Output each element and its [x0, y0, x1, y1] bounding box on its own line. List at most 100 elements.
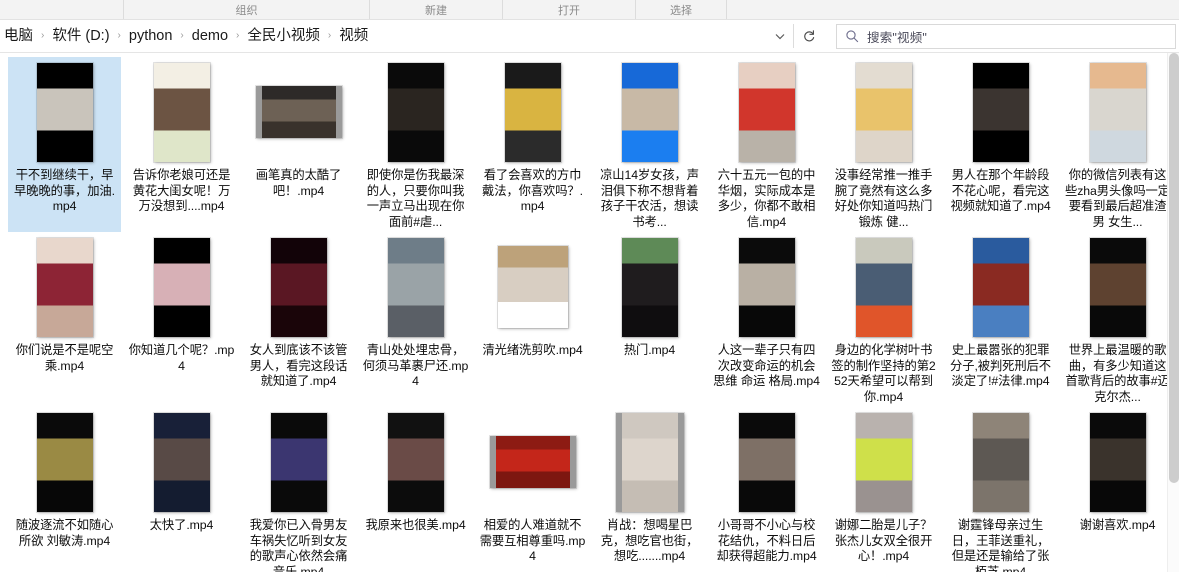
file-tile[interactable]: 随波逐流不如随心所欲 刘敏涛.mp4 — [8, 407, 121, 572]
file-tile[interactable]: 青山处处埋忠骨，何须马革裹尸还.mp4 — [359, 232, 472, 407]
file-thumbnail-wrap — [710, 235, 823, 339]
file-thumbnail-wrap — [827, 410, 940, 514]
file-thumbnail — [615, 412, 684, 512]
file-thumbnail — [270, 237, 327, 337]
file-tile[interactable]: 告诉你老娘可还是黄花大闺女呢！万万没想到....mp4 — [125, 57, 238, 232]
file-tile[interactable]: 你知道几个呢？.mp4 — [125, 232, 238, 407]
file-list-view[interactable]: 干不到继续干，早早晚晚的事，加油.mp4 告诉你老娘可还是黄花大闺女呢！万万没想到… — [0, 53, 1179, 572]
breadcrumb-item[interactable]: 电脑 — [2, 25, 35, 47]
thumbnail-image — [738, 412, 795, 512]
file-name-label: 你知道几个呢？.mp4 — [128, 343, 235, 373]
filmstrip-perforation — [571, 470, 575, 475]
file-name-label: 谢谢喜欢.mp4 — [1079, 518, 1156, 532]
file-thumbnail — [972, 62, 1029, 162]
refresh-icon[interactable] — [794, 24, 824, 48]
file-name-label: 肖战：想喝星巴克，想吃官也街，想吃.......mp4 — [600, 518, 699, 563]
filmstrip-perforation — [491, 470, 495, 475]
file-tile[interactable]: 史上最嚣张的犯罪分子,被判死刑后不淡定了!#法律.mp4 — [944, 232, 1057, 407]
file-thumbnail-wrap — [242, 410, 355, 514]
file-thumbnail — [270, 412, 327, 512]
thumbnail-image — [855, 412, 912, 512]
file-thumbnail-wrap — [8, 410, 121, 514]
chevron-down-icon[interactable] — [767, 24, 793, 48]
filmstrip-perforation — [617, 437, 621, 442]
file-name-label: 热门.mp4 — [623, 343, 676, 357]
file-name-label: 我原来也很美.mp4 — [365, 518, 466, 532]
filmstrip-perforation — [337, 100, 341, 105]
file-tile[interactable]: 没事经常推一推手腕了竟然有这么多好处你知道吗热门 锻炼 健... — [827, 57, 940, 232]
filmstrip-perforation — [257, 120, 261, 125]
file-tile[interactable]: 谢娜二胎是儿子？张杰儿女双全很开心！.mp4 — [827, 407, 940, 572]
file-tile[interactable]: 世界上最温暖的歌曲，有多少知道这首歌背后的故事#迈克尔杰... — [1061, 232, 1174, 407]
breadcrumb[interactable]: 电脑 › 软件 (D:) › python › demo › 全民小视频 › 视频 — [0, 24, 767, 49]
breadcrumb-item[interactable]: 软件 (D:) — [50, 25, 111, 47]
file-thumbnail — [1089, 412, 1146, 512]
file-tile[interactable]: 你们说是不是呢空乘.mp4 — [8, 232, 121, 407]
file-thumbnail — [1089, 237, 1146, 337]
ribbon-group-select[interactable]: 选择 — [635, 0, 726, 19]
file-tile[interactable]: 人这一辈子只有四次改变命运的机会思维 命运 格局.mp4 — [710, 232, 823, 407]
file-tile[interactable]: 谢谢喜欢.mp4 — [1061, 407, 1174, 572]
file-name-label: 男人在那个年龄段不花心呢，看完这视频就知道了.mp4 — [950, 168, 1051, 213]
file-tile[interactable]: 即使你是伤我最深的人，只要你叫我一声立马出现在你面前#虐... — [359, 57, 472, 232]
file-tile[interactable]: 我爱你已入骨男友车祸失忆听到女友的歌声心依然会痛音乐.mp4 — [242, 407, 355, 572]
thumbnail-image — [387, 412, 444, 512]
file-thumbnail-wrap — [827, 235, 940, 339]
filmstrip-perforation — [571, 440, 575, 445]
file-tile[interactable]: 清光绪洗剪吹.mp4 — [476, 232, 589, 407]
file-tile[interactable]: 干不到继续干，早早晚晚的事，加油.mp4 — [8, 57, 121, 232]
breadcrumb-item[interactable]: 视频 — [337, 25, 370, 47]
file-name-label: 女人到底该不该管男人，看完这段话就知道了.mp4 — [249, 343, 348, 388]
file-thumbnail-wrap — [1061, 410, 1174, 514]
filmstrip-perforation — [257, 90, 261, 95]
ribbon-group-organize[interactable]: 组织 — [123, 0, 369, 19]
file-thumbnail-wrap — [125, 235, 238, 339]
ribbon-group-open[interactable]: 打开 — [502, 0, 635, 19]
vertical-scrollbar[interactable] — [1167, 53, 1179, 572]
file-name-label: 告诉你老娘可还是黄花大闺女呢！万万没想到....mp4 — [132, 168, 231, 213]
breadcrumb-separator: › — [117, 30, 121, 41]
file-thumbnail — [255, 86, 342, 138]
file-name-label: 你的微信列表有这些zha男头像吗一定要看到最后超准渣男 女生... — [1065, 168, 1170, 229]
file-tile[interactable]: 六十五元一包的中华烟，实际成本是多少，你都不敢相信.mp4 — [710, 57, 823, 232]
file-tile[interactable]: 相爱的人难道就不需要互相尊重吗.mp4 — [476, 407, 589, 572]
file-thumbnail-wrap — [476, 410, 589, 514]
file-name-label: 谢霆锋母亲过生日，王菲送重礼，但是还是输给了张栢芝.mp4 — [951, 518, 1050, 572]
file-tile[interactable]: 热门.mp4 — [593, 232, 706, 407]
file-tile[interactable]: 肖战：想喝星巴克，想吃官也街，想吃.......mp4 — [593, 407, 706, 572]
file-tile[interactable]: 小哥哥不小心与校花结仇，不料日后却获得超能力.mp4 — [710, 407, 823, 572]
ribbon-group-new[interactable]: 新建 — [369, 0, 502, 19]
file-tile[interactable]: 画笔真的太酷了吧！.mp4 — [242, 57, 355, 232]
file-thumbnail — [738, 237, 795, 337]
file-tile[interactable]: 看了会喜欢的方巾戴法，你喜欢吗？.mp4 — [476, 57, 589, 232]
ribbon-group-open-label: 打开 — [558, 5, 580, 17]
file-tile[interactable]: 凉山14岁女孩，声泪俱下称不想背着孩子干农活，想读书考... — [593, 57, 706, 232]
file-thumbnail-wrap — [944, 235, 1057, 339]
file-thumbnail — [1089, 62, 1146, 162]
breadcrumb-item[interactable]: 全民小视频 — [245, 25, 322, 47]
breadcrumb-item[interactable]: python — [127, 25, 175, 47]
file-name-label: 没事经常推一推手腕了竟然有这么多好处你知道吗热门 锻炼 健... — [834, 168, 933, 229]
file-thumbnail-wrap — [593, 235, 706, 339]
file-tile[interactable]: 太快了.mp4 — [125, 407, 238, 572]
file-thumbnail — [36, 237, 93, 337]
scrollbar-thumb[interactable] — [1169, 53, 1179, 483]
file-tile[interactable]: 我原来也很美.mp4 — [359, 407, 472, 572]
file-tile[interactable]: 谢霆锋母亲过生日，王菲送重礼，但是还是输给了张栢芝.mp4 — [944, 407, 1057, 572]
thumbnail-image — [261, 86, 336, 138]
thumbnail-image — [972, 62, 1029, 162]
file-tile[interactable]: 女人到底该不该管男人，看完这段话就知道了.mp4 — [242, 232, 355, 407]
thumbnail-image — [36, 237, 93, 337]
filmstrip-perforation — [679, 417, 683, 422]
file-name-label: 我爱你已入骨男友车祸失忆听到女友的歌声心依然会痛音乐.mp4 — [249, 518, 348, 572]
search-input[interactable]: 搜索"视频" — [836, 23, 1176, 49]
breadcrumb-item[interactable]: demo — [190, 25, 230, 47]
file-tile[interactable]: 你的微信列表有这些zha男头像吗一定要看到最后超准渣男 女生... — [1061, 57, 1174, 232]
file-thumbnail — [387, 237, 444, 337]
file-tile[interactable]: 男人在那个年龄段不花心呢，看完这视频就知道了.mp4 — [944, 57, 1057, 232]
file-tile[interactable]: 身边的化学树叶书签的制作坚持的第252天希望可以帮到你.mp4 — [827, 232, 940, 407]
file-thumbnail-wrap — [1061, 60, 1174, 164]
filmstrip-perforation — [679, 447, 683, 452]
file-thumbnail-wrap — [710, 410, 823, 514]
address-bar[interactable]: 电脑 › 软件 (D:) › python › demo › 全民小视频 › 视频 — [0, 24, 793, 49]
